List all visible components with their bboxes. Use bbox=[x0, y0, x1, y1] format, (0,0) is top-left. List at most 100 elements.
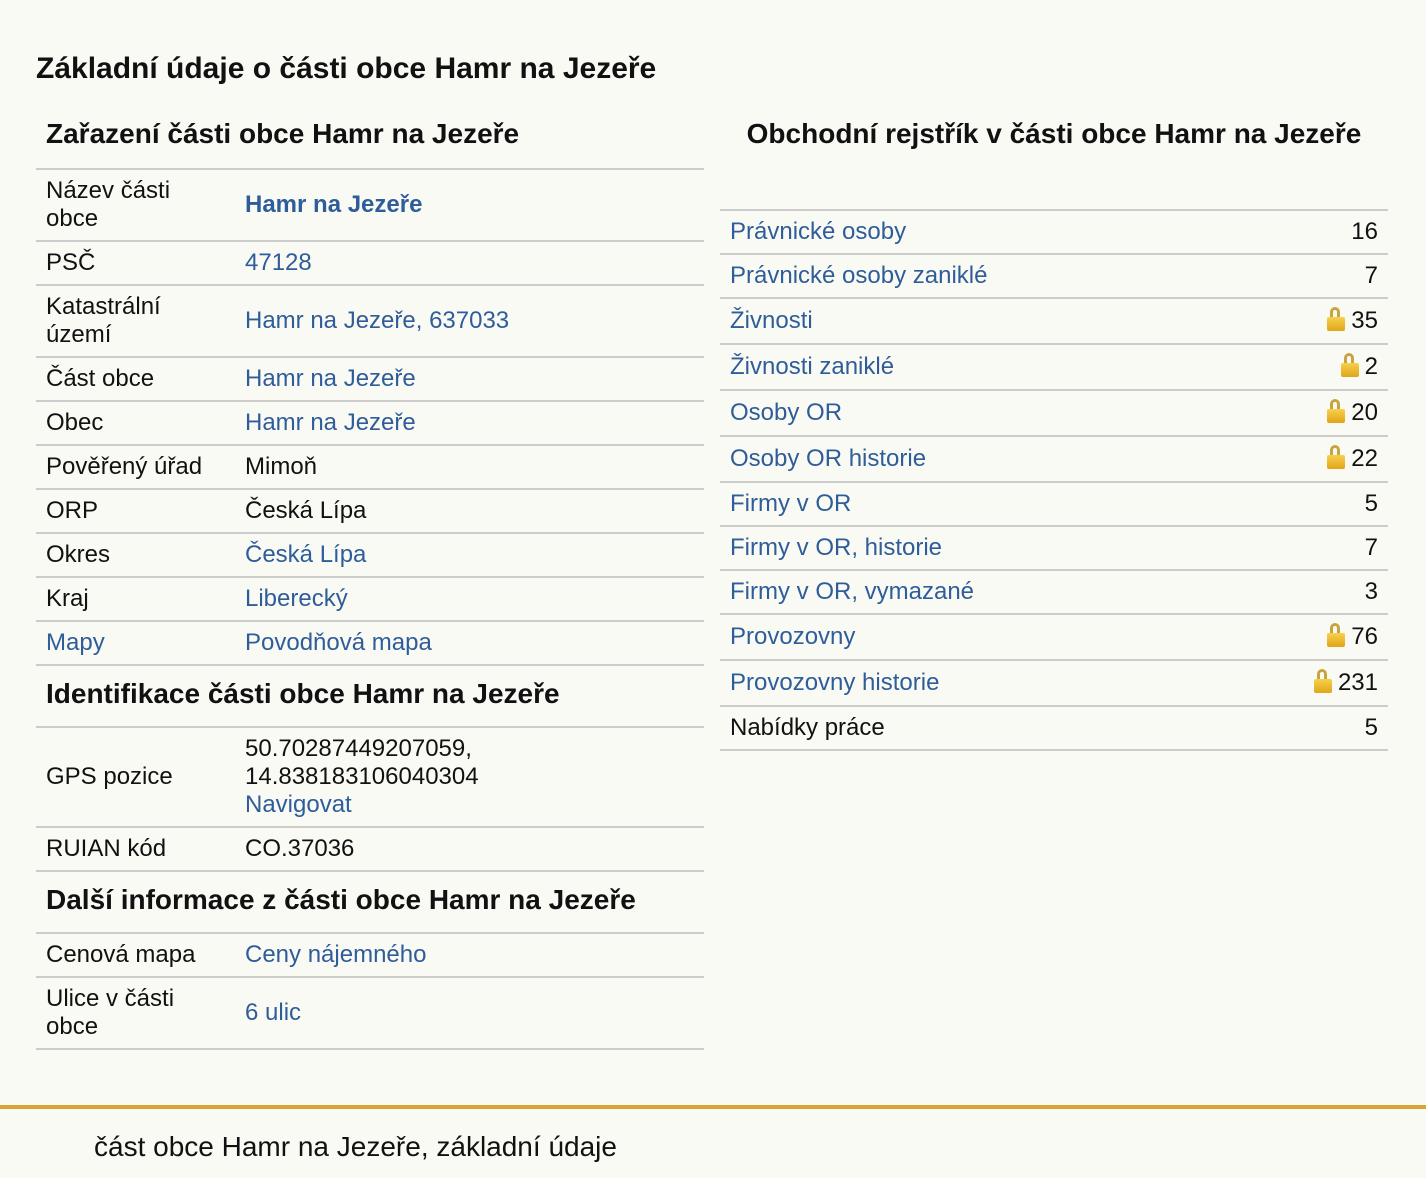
psc-link[interactable]: 47128 bbox=[245, 249, 312, 276]
table-row: Pověřený úřad Mimoň bbox=[36, 445, 704, 490]
streets-link[interactable]: 6 ulic bbox=[245, 999, 301, 1026]
firms-or-history-link[interactable]: Firmy v OR, historie bbox=[730, 534, 942, 561]
row-label: Okres bbox=[36, 533, 235, 578]
rejstrik-table: Právnické osoby 16 Právnické osoby zanik… bbox=[720, 209, 1388, 751]
row-label: Osoby OR bbox=[720, 390, 1233, 437]
region-link[interactable]: Liberecký bbox=[245, 585, 348, 612]
row-value: Česká Lípa bbox=[235, 489, 704, 534]
row-label: Osoby OR historie bbox=[720, 436, 1233, 483]
table-row: Kraj Liberecký bbox=[36, 577, 704, 622]
row-value: Povodňová mapa bbox=[235, 621, 704, 666]
row-value: Ceny nájemného bbox=[235, 933, 704, 978]
row-value: Česká Lípa bbox=[235, 533, 704, 578]
section-title-dalsi: Další informace z části obce Hamr na Jez… bbox=[46, 884, 636, 915]
part-link[interactable]: Hamr na Jezeře bbox=[245, 365, 416, 392]
row-value: Mimoň bbox=[235, 445, 704, 490]
row-value: Hamr na Jezeře bbox=[235, 169, 704, 242]
table-row: RUIAN kód CO.37036 bbox=[36, 827, 704, 872]
row-label: Název části obce bbox=[36, 169, 235, 242]
district-link[interactable]: Česká Lípa bbox=[245, 541, 366, 568]
table-row: Nabídky práce 5 bbox=[720, 706, 1388, 751]
table-row: GPS pozice 50.70287449207059, 14.8381831… bbox=[36, 727, 704, 828]
row-count: 16 bbox=[1232, 210, 1388, 255]
rent-prices-link[interactable]: Ceny nájemného bbox=[245, 941, 426, 968]
row-label: Část obce bbox=[36, 357, 235, 402]
row-label: Mapy bbox=[36, 621, 235, 666]
row-label: Právnické osoby zaniklé bbox=[720, 254, 1233, 299]
trades-defunct-link[interactable]: Živnosti zaniklé bbox=[730, 353, 894, 380]
table-row: Právnické osoby zaniklé 7 bbox=[720, 254, 1388, 299]
legal-entities-defunct-link[interactable]: Právnické osoby zaniklé bbox=[730, 262, 987, 289]
lock-icon bbox=[1327, 307, 1346, 331]
row-value: Hamr na Jezeře bbox=[235, 357, 704, 402]
table-row: Právnické osoby 16 bbox=[720, 210, 1388, 255]
trades-link[interactable]: Živnosti bbox=[730, 307, 813, 334]
row-label: Pověřený úřad bbox=[36, 445, 235, 490]
row-value: CO.37036 bbox=[235, 827, 704, 872]
row-count: 5 bbox=[1232, 482, 1388, 527]
row-count: 20 bbox=[1232, 390, 1388, 437]
establishments-history-link[interactable]: Provozovny historie bbox=[730, 669, 939, 696]
section-title-identifikace: Identifikace části obce Hamr na Jezeře bbox=[46, 678, 560, 709]
firms-or-deleted-link[interactable]: Firmy v OR, vymazané bbox=[730, 578, 974, 605]
row-count: 231 bbox=[1232, 660, 1388, 707]
table-row: Firmy v OR, vymazané 3 bbox=[720, 570, 1388, 615]
legal-entities-link[interactable]: Právnické osoby bbox=[730, 218, 906, 245]
row-count: 2 bbox=[1232, 344, 1388, 391]
lock-icon bbox=[1327, 399, 1346, 423]
row-count: 35 bbox=[1232, 298, 1388, 345]
table-row: Živnosti 35 bbox=[720, 298, 1388, 345]
lock-icon bbox=[1313, 669, 1332, 693]
table-row: Katastrální území Hamr na Jezeře, 637033 bbox=[36, 285, 704, 358]
dalsi-table: Cenová mapa Ceny nájemného Ulice v části… bbox=[36, 932, 704, 1050]
part-name-link[interactable]: Hamr na Jezeře bbox=[245, 191, 422, 218]
row-label: GPS pozice bbox=[36, 727, 235, 828]
row-value: Hamr na Jezeře, 637033 bbox=[235, 285, 704, 358]
navigate-link[interactable]: Navigovat bbox=[245, 791, 352, 818]
row-label: Firmy v OR bbox=[720, 482, 1233, 527]
page-title: Základní údaje o části obce Hamr na Jeze… bbox=[36, 52, 657, 85]
establishments-link[interactable]: Provozovny bbox=[730, 623, 855, 650]
right-column: Obchodní rejstřík v části obce Hamr na J… bbox=[720, 112, 1388, 751]
lock-icon bbox=[1340, 353, 1359, 377]
firms-or-link[interactable]: Firmy v OR bbox=[730, 490, 851, 517]
table-row: Okres Česká Lípa bbox=[36, 533, 704, 578]
row-label: Ulice v části obce bbox=[36, 977, 235, 1050]
footer-text: část obce Hamr na Jezeře, základní údaje bbox=[94, 1131, 617, 1162]
row-label: Katastrální území bbox=[36, 285, 235, 358]
row-count: 22 bbox=[1232, 436, 1388, 483]
row-label: Živnosti zaniklé bbox=[720, 344, 1233, 391]
lock-icon bbox=[1327, 445, 1346, 469]
persons-or-history-link[interactable]: Osoby OR historie bbox=[730, 445, 926, 472]
table-row: Osoby OR historie 22 bbox=[720, 436, 1388, 483]
row-value: 6 ulic bbox=[235, 977, 704, 1050]
gps-value: 50.70287449207059, 14.838183106040304 Na… bbox=[235, 727, 704, 828]
section-title-rejstrik: Obchodní rejstřík v části obce Hamr na J… bbox=[746, 118, 1362, 149]
section-title-zarazeni: Zařazení části obce Hamr na Jezeře bbox=[46, 118, 520, 149]
row-label: Firmy v OR, historie bbox=[720, 526, 1233, 571]
row-label: Cenová mapa bbox=[36, 933, 235, 978]
municipality-link[interactable]: Hamr na Jezeře bbox=[245, 409, 416, 436]
gps-lon: 14.838183106040304 bbox=[245, 763, 479, 790]
table-row: Obec Hamr na Jezeře bbox=[36, 401, 704, 446]
row-count: 7 bbox=[1232, 254, 1388, 299]
row-label: Provozovny historie bbox=[720, 660, 1233, 707]
row-count: 76 bbox=[1232, 614, 1388, 661]
row-label: RUIAN kód bbox=[36, 827, 235, 872]
flood-map-link[interactable]: Povodňová mapa bbox=[245, 629, 432, 656]
cadastral-link[interactable]: Hamr na Jezeře, 637033 bbox=[245, 307, 509, 334]
persons-or-link[interactable]: Osoby OR bbox=[730, 399, 842, 426]
row-label: PSČ bbox=[36, 241, 235, 286]
zarazeni-table: Název části obce Hamr na Jezeře PSČ 4712… bbox=[36, 168, 704, 666]
table-row: Provozovny historie 231 bbox=[720, 660, 1388, 707]
table-row: Část obce Hamr na Jezeře bbox=[36, 357, 704, 402]
maps-link[interactable]: Mapy bbox=[46, 629, 105, 656]
row-value: Hamr na Jezeře bbox=[235, 401, 704, 446]
table-row: Název části obce Hamr na Jezeře bbox=[36, 169, 704, 242]
table-row: Firmy v OR, historie 7 bbox=[720, 526, 1388, 571]
table-row: Ulice v části obce 6 ulic bbox=[36, 977, 704, 1050]
row-label: Obec bbox=[36, 401, 235, 446]
row-label: Živnosti bbox=[720, 298, 1233, 345]
table-row: Provozovny 76 bbox=[720, 614, 1388, 661]
row-count: 5 bbox=[1232, 706, 1388, 751]
